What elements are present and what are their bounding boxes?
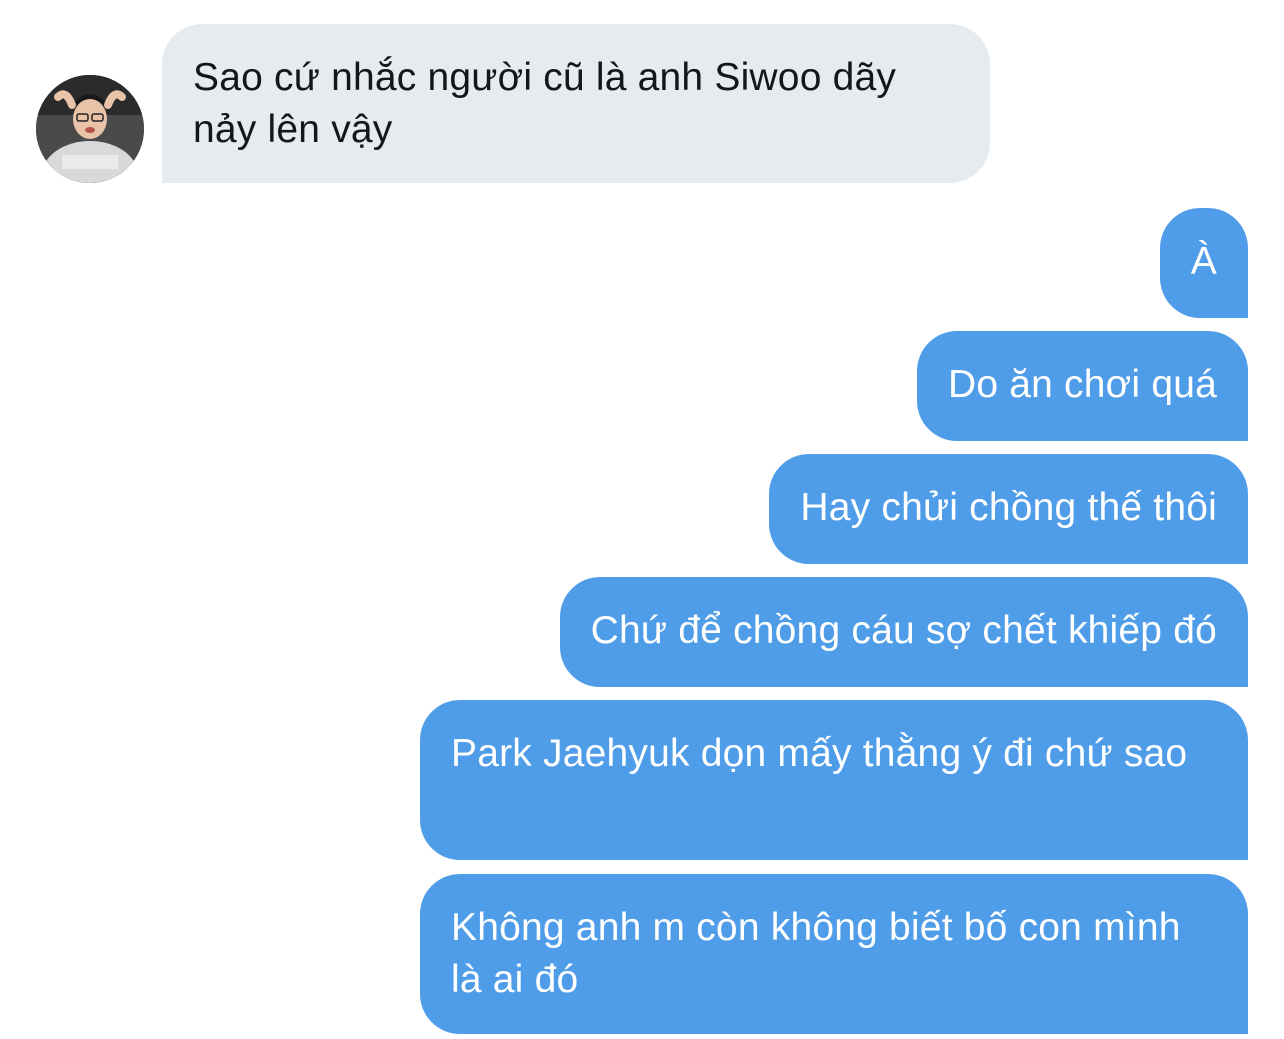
outgoing-message-bubble[interactable]: Hay chửi chồng thế thôi xyxy=(769,454,1248,564)
message-text: Do ăn chơi quá xyxy=(947,363,1217,406)
incoming-message-row: Sao cứ nhắc người cũ là anh Siwoo dãy nả… xyxy=(0,24,1284,184)
message-text: Hay chửi chồng thế thôi xyxy=(800,486,1217,529)
avatar-photo-icon xyxy=(36,75,144,183)
incoming-message-bubble[interactable]: Sao cứ nhắc người cũ là anh Siwoo dãy nả… xyxy=(162,24,990,183)
outgoing-message-bubble[interactable]: Do ăn chơi quá xyxy=(916,331,1248,441)
message-text: Chứ để chồng cáu sợ chết khiếp đó xyxy=(590,609,1217,652)
message-text: Park Jaehyuk dọn mấy thằng ý đi chứ sao xyxy=(451,732,1188,775)
message-text: Không anh m còn không biết bố con mình l… xyxy=(451,906,1181,1001)
conversation-thread: Sao cứ nhắc người cũ là anh Siwoo dãy nả… xyxy=(0,0,1284,1039)
contact-avatar[interactable] xyxy=(36,75,144,183)
message-text: À xyxy=(1190,240,1217,283)
outgoing-message-bubble[interactable]: Chứ để chồng cáu sợ chết khiếp đó xyxy=(559,577,1248,687)
outgoing-message-bubble[interactable]: Không anh m còn không biết bố con mình l… xyxy=(420,874,1248,1034)
message-text: Sao cứ nhắc người cũ là anh Siwoo dãy nả… xyxy=(193,56,897,151)
outgoing-message-bubble[interactable]: Park Jaehyuk dọn mấy thằng ý đi chứ sao xyxy=(420,700,1248,860)
outgoing-message-bubble[interactable]: À xyxy=(1159,208,1248,318)
